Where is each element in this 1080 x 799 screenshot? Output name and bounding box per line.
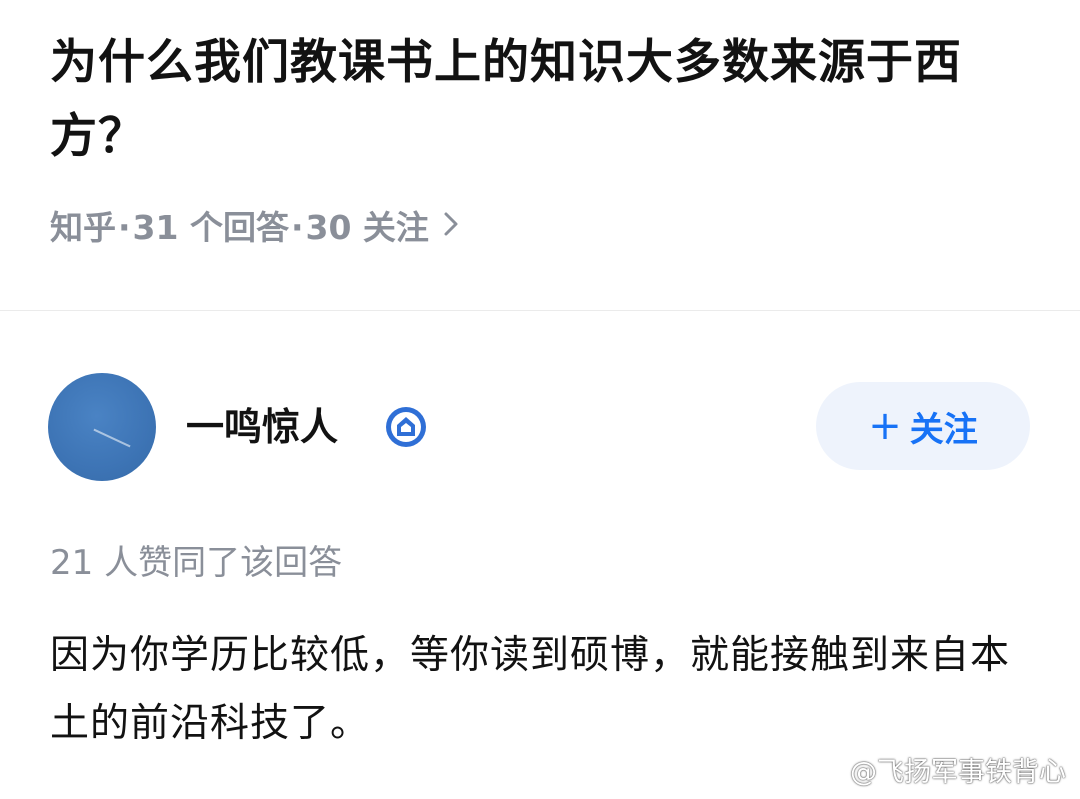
answer-content[interactable]: 因为你学历比较低，等你读到硕博，就能接触到来自本土的前沿科技了。 [50,622,1030,758]
weibo-logo-icon [812,752,850,787]
section-divider [0,310,1080,311]
follow-label: 关注 [909,409,978,450]
meta-separator: · [290,208,304,247]
chevron-right-icon [443,204,459,252]
question-meta[interactable]: 知乎 · 31 个回答 · 30 关注 [50,204,459,252]
verified-badge-icon [384,405,428,449]
source-label: 知乎 [50,208,116,247]
author-name[interactable]: 一鸣惊人 [186,400,338,454]
avatar[interactable] [48,373,156,481]
answer-count: 31 个回答 [132,208,289,247]
likes-count: 21 人赞同了该回答 [50,543,343,583]
watermark-text: @飞扬军事铁背心 [850,757,1066,788]
follow-button[interactable]: + 关注 [816,382,1030,470]
meta-separator: · [118,208,131,247]
plus-icon: + [868,403,902,449]
watermark: @飞扬军事铁背心 [812,750,1066,789]
follower-count: 30 关注 [305,208,429,247]
question-title[interactable]: 为什么我们教课书上的知识大多数来源于西方？ [50,26,1040,174]
avatar-streak [93,428,131,448]
